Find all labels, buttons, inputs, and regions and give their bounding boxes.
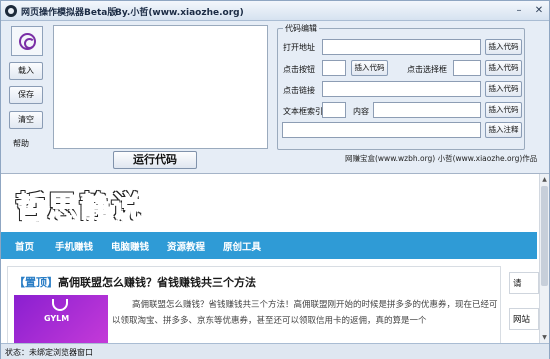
open-url-label: 打开地址 (283, 43, 315, 52)
nav-item-tools[interactable]: 原创工具 (223, 239, 261, 253)
text-index-label: 文本框索引 (283, 107, 323, 116)
sidebar-widget-1: 请 (509, 272, 539, 294)
thumbnail-text: GYLM (44, 314, 70, 323)
code-editor-legend: 代码编辑 (283, 23, 319, 34)
scrollbar-thumb[interactable] (541, 186, 548, 286)
scroll-up-icon[interactable]: ▲ (540, 176, 549, 183)
gylm-logo-icon (52, 299, 68, 311)
left-panel: 载入 保存 清空 帮助 (5, 23, 47, 153)
site-header: 哲思静说 (1, 174, 537, 228)
site-logo[interactable]: 哲思静说 (15, 182, 143, 226)
nav-item-mobile[interactable]: 手机赚钱 (55, 239, 93, 253)
credits-text: 网赚宝盒(www.wzbh.org) 小哲(www.xiaozhe.org)作品 (345, 154, 538, 163)
click-link-label: 点击链接 (283, 86, 315, 95)
insert-code-button-click[interactable]: 插入代码 (351, 60, 388, 76)
insert-code-button-url[interactable]: 插入代码 (485, 39, 522, 55)
article-excerpt: 高佣联盟怎么赚钱？省钱赚钱共三个方法！高佣联盟刚开始的时候是拼多多的优惠券，现在… (112, 300, 498, 326)
text-index-input[interactable] (322, 102, 346, 118)
status-bar: 状态：未绑定浏览器窗口 (1, 343, 549, 359)
nav-item-home[interactable]: 首页 (15, 239, 34, 253)
load-button[interactable]: 载入 (9, 62, 43, 80)
insert-code-button-text[interactable]: 插入代码 (485, 102, 522, 118)
click-button-label: 点击按钮 (283, 65, 315, 74)
title-bar: 网页操作模拟器Beta版 By.小哲(www.xiaozhe.org) – ✕ (1, 1, 549, 21)
nav-item-pc[interactable]: 电脑赚钱 (111, 239, 149, 253)
logo-button[interactable] (11, 26, 43, 56)
sidebar-widgets: 请 网站 (509, 266, 539, 343)
window-title: 网页操作模拟器Beta版 (21, 8, 117, 18)
article-title-text: 高佣联盟怎么赚钱？省钱赚钱共三个方法 (58, 276, 256, 289)
status-text: 状态：未绑定浏览器窗口 (5, 348, 93, 357)
click-link-input[interactable] (322, 81, 481, 97)
vertical-scrollbar[interactable]: ▲ ▼ (539, 174, 549, 343)
save-button[interactable]: 保存 (9, 86, 43, 104)
content-input[interactable] (373, 102, 481, 118)
app-icon (5, 5, 17, 17)
target-icon (19, 33, 36, 50)
click-button-input[interactable] (322, 60, 346, 76)
help-link[interactable]: 帮助 (13, 138, 29, 149)
open-url-input[interactable] (322, 39, 481, 55)
comment-input[interactable] (282, 122, 481, 138)
clear-button[interactable]: 清空 (9, 111, 43, 129)
content-label: 内容 (353, 107, 369, 116)
scroll-down-icon[interactable]: ▼ (540, 334, 549, 341)
article-thumbnail[interactable]: GYLM (14, 295, 108, 343)
window-subtitle: By.小哲(www.xiaozhe.org) (115, 8, 244, 18)
article-title[interactable]: 【置顶】高佣联盟怎么赚钱？省钱赚钱共三个方法 (14, 274, 256, 290)
sidebar-widget-2: 网站 (509, 308, 539, 330)
app-window: 网页操作模拟器Beta版 By.小哲(www.xiaozhe.org) – ✕ … (0, 0, 550, 359)
run-code-button[interactable]: 运行代码 (113, 151, 197, 169)
click-select-input[interactable] (453, 60, 481, 76)
nav-item-tutorials[interactable]: 资源教程 (167, 239, 205, 253)
pinned-tag: 【置顶】 (14, 276, 58, 289)
log-textarea[interactable] (53, 25, 268, 149)
insert-code-button-select[interactable]: 插入代码 (485, 60, 522, 76)
article-card: 【置顶】高佣联盟怎么赚钱？省钱赚钱共三个方法 GYLM 高佣联盟怎么赚钱？省钱赚… (7, 266, 501, 343)
insert-code-button-link[interactable]: 插入代码 (485, 81, 522, 97)
embedded-browser[interactable]: 哲思静说 首页 手机赚钱 电脑赚钱 资源教程 原创工具 【置顶】高佣联盟怎么赚钱… (1, 173, 549, 343)
site-nav: 首页 手机赚钱 电脑赚钱 资源教程 原创工具 (1, 232, 537, 259)
click-select-label: 点击选择框 (407, 65, 447, 74)
minimize-icon[interactable]: – (511, 4, 527, 18)
insert-comment-button[interactable]: 插入注释 (485, 122, 522, 138)
close-icon[interactable]: ✕ (531, 4, 547, 18)
